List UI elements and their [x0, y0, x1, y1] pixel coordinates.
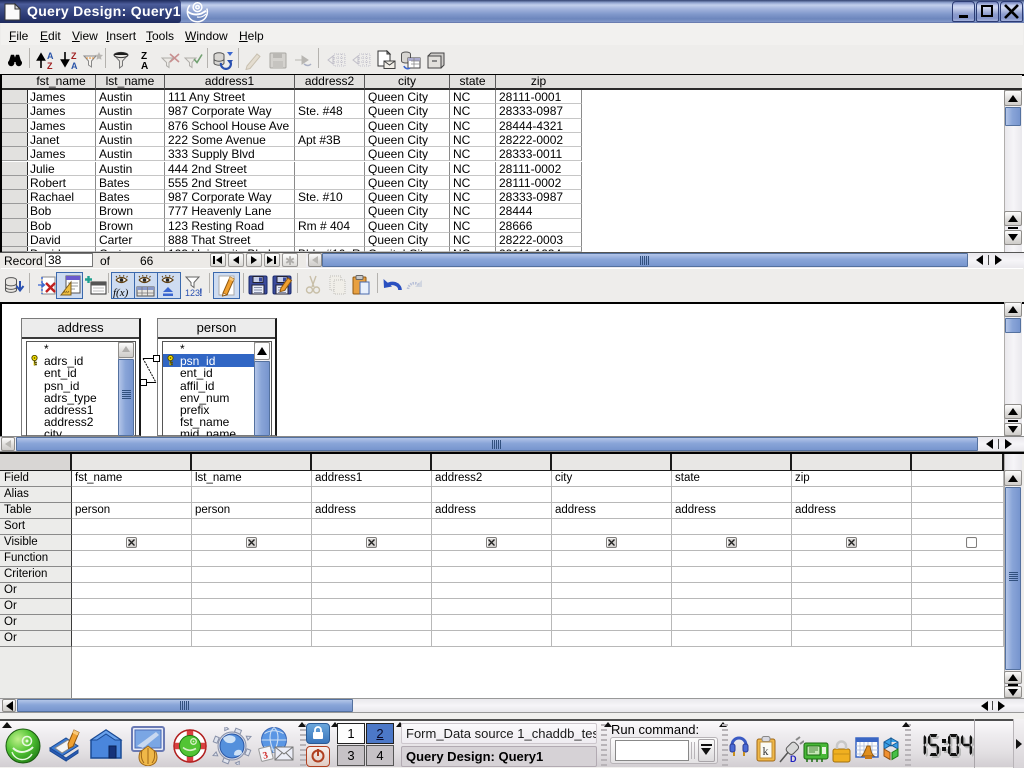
svg-text:Z: Z [47, 61, 53, 70]
svg-text:A: A [141, 61, 148, 70]
svg-text:f(x): f(x) [113, 287, 129, 298]
svg-text:k: k [763, 744, 769, 758]
svg-text:123: 123 [185, 288, 200, 298]
svg-text:!: ! [199, 287, 203, 299]
svg-text:D: D [790, 754, 797, 764]
svg-text:A: A [47, 51, 54, 61]
svg-text:Z: Z [71, 51, 77, 61]
svg-text:A: A [71, 61, 78, 70]
